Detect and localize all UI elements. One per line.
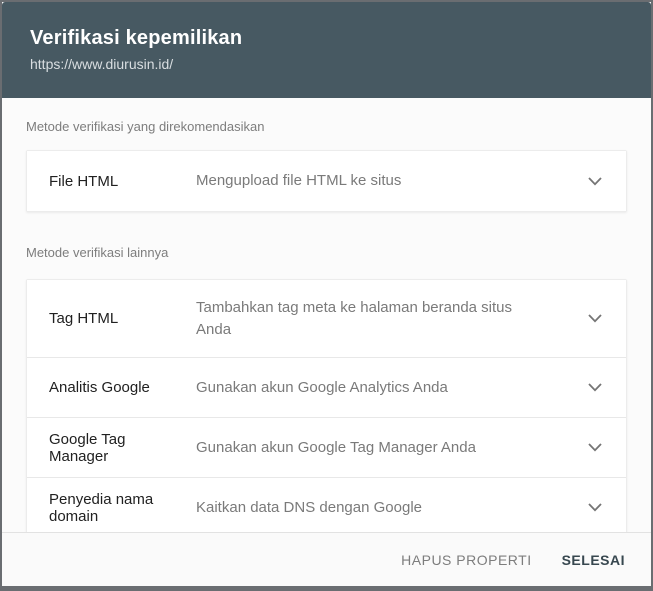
recommended-section-label: Metode verifikasi yang direkomendasikan bbox=[26, 119, 265, 134]
method-name: Analitis Google bbox=[49, 379, 150, 396]
method-name: File HTML bbox=[49, 172, 119, 190]
method-description: Gunakan akun Google Tag Manager Anda bbox=[196, 438, 476, 456]
method-description: Kaitkan data DNS dengan Google bbox=[196, 498, 422, 516]
verification-dialog: Verifikasi kepemilikan https://www.diuru… bbox=[0, 0, 653, 591]
dialog-header: Verifikasi kepemilikan https://www.diuru… bbox=[2, 2, 651, 98]
method-row-google-analytics[interactable]: Analitis Google Gunakan akun Google Anal… bbox=[27, 357, 626, 417]
chevron-down-icon bbox=[588, 383, 602, 392]
chevron-down-icon bbox=[588, 443, 602, 452]
property-url: https://www.diurusin.id/ bbox=[30, 56, 174, 72]
dialog-body: Metode verifikasi yang direkomendasikan … bbox=[2, 98, 651, 532]
other-methods-section-label: Metode verifikasi lainnya bbox=[26, 245, 169, 260]
method-name: Tag HTML bbox=[49, 310, 119, 327]
method-description: Tambahkan tag meta ke halaman beranda si… bbox=[196, 298, 513, 338]
other-methods-card: Tag HTML Tambahkan tag meta ke halaman b… bbox=[26, 279, 627, 532]
chevron-down-icon bbox=[588, 314, 602, 323]
dialog-footer: HAPUS PROPERTI SELESAI bbox=[2, 532, 651, 586]
chevron-down-icon bbox=[588, 503, 602, 512]
method-row-tag-html[interactable]: Tag HTML Tambahkan tag meta ke halaman b… bbox=[27, 280, 626, 357]
method-row-google-tag-manager[interactable]: Google Tag Manager Gunakan akun Google T… bbox=[27, 417, 626, 477]
dialog-title: Verifikasi kepemilikan bbox=[30, 27, 243, 49]
method-row-domain-name-provider[interactable]: Penyedia nama domain Kaitkan data DNS de… bbox=[27, 477, 626, 532]
method-description: Gunakan akun Google Analytics Anda bbox=[196, 378, 448, 396]
method-name: Penyedia nama domain bbox=[49, 490, 154, 525]
recommended-method-card: File HTML Mengupload file HTML ke situs bbox=[26, 150, 627, 212]
method-description: Mengupload file HTML ke situs bbox=[196, 172, 402, 189]
chevron-down-icon bbox=[588, 176, 602, 186]
remove-property-button[interactable]: HAPUS PROPERTI bbox=[401, 552, 531, 568]
method-name: Google Tag Manager bbox=[49, 430, 126, 465]
method-row-file-html[interactable]: File HTML Mengupload file HTML ke situs bbox=[27, 151, 626, 211]
done-button[interactable]: SELESAI bbox=[562, 552, 625, 568]
